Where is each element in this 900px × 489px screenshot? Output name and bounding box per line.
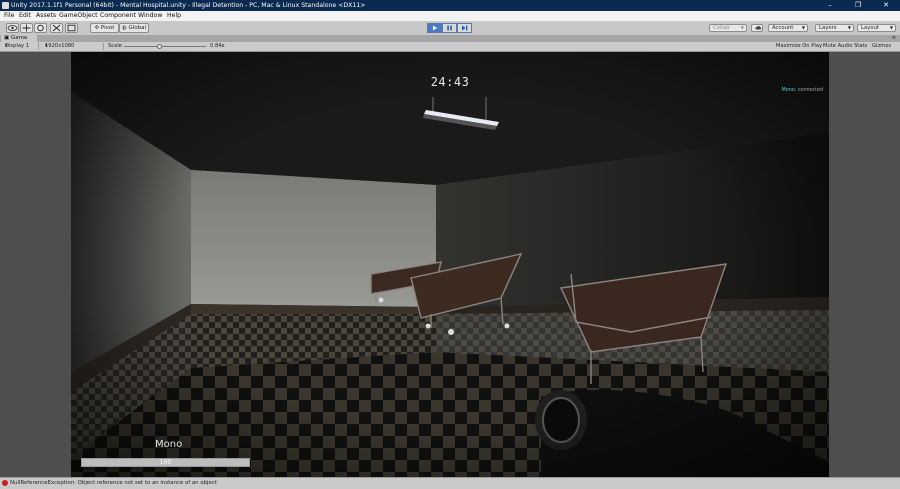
console-message[interactable]: NullReferenceException: Object reference… bbox=[10, 478, 217, 489]
menu-window[interactable]: Window bbox=[138, 11, 162, 21]
scale-slider[interactable] bbox=[124, 44, 206, 49]
menu-file[interactable]: File bbox=[4, 11, 14, 21]
resolution-dropdown[interactable]: 1920x1080 ▾ bbox=[45, 42, 74, 51]
gizmos-dropdown[interactable]: Gizmos bbox=[872, 42, 891, 51]
game-viewport[interactable]: 24:43 Mono: connected Mono 100 bbox=[0, 52, 900, 477]
display-label: Display 1 bbox=[5, 43, 30, 49]
network-status: Mono: connected bbox=[782, 88, 823, 93]
global-label: Global bbox=[128, 25, 147, 31]
minimize-button[interactable]: – bbox=[816, 0, 844, 11]
scale-slider-thumb[interactable] bbox=[156, 44, 162, 49]
error-icon bbox=[2, 480, 8, 486]
move-arrows-icon bbox=[22, 24, 31, 32]
mute-audio-toggle[interactable]: Mute Audio bbox=[823, 42, 852, 51]
main-toolbar: ✣ Pivot ◍ Global Collab ▼ Account ▼ Layers… bbox=[0, 21, 900, 36]
scale-value: 0.84x bbox=[210, 43, 225, 49]
game-tab-label: Game bbox=[10, 35, 28, 41]
collab-label: Collab bbox=[713, 25, 730, 31]
game-tab-bar: ▣ Game ≡ bbox=[0, 35, 900, 42]
ammo-value: 100 bbox=[159, 459, 172, 466]
menu-bar: File Edit Assets GameObject Component Wi… bbox=[0, 11, 900, 21]
display-dropdown[interactable]: Display 1 ▾ bbox=[5, 42, 29, 51]
network-status-value: : connected bbox=[794, 88, 823, 93]
account-dropdown[interactable]: Account ▼ bbox=[768, 24, 808, 32]
hand-tool-button[interactable] bbox=[6, 23, 19, 33]
tab-game[interactable]: ▣ Game bbox=[1, 35, 37, 42]
cloud-icon bbox=[755, 26, 762, 30]
menu-component[interactable]: Component bbox=[100, 11, 136, 21]
game-scene: 24:43 Mono: connected Mono 100 bbox=[71, 52, 829, 477]
pause-button[interactable] bbox=[442, 23, 457, 33]
window-title: Unity 2017.1.1f1 Personal (64bit) - Ment… bbox=[11, 2, 366, 9]
cloud-button[interactable] bbox=[751, 24, 763, 32]
step-button[interactable] bbox=[457, 23, 472, 33]
layout-label: Layout bbox=[861, 25, 880, 31]
scale-label: Scale bbox=[108, 43, 122, 49]
game-view-toolbar: Display 1 ▾ 1920x1080 ▾ Scale 0.84x Maxi… bbox=[0, 42, 900, 52]
menu-edit[interactable]: Edit bbox=[19, 11, 31, 21]
maximize-on-play-toggle[interactable]: Maximize On Play bbox=[776, 42, 822, 51]
console-status-bar[interactable]: NullReferenceException: Object reference… bbox=[0, 477, 900, 489]
game-tab-icon: ▣ bbox=[4, 35, 11, 41]
collab-dropdown[interactable]: Collab ▼ bbox=[709, 24, 747, 32]
chevron-down-icon: ▼ bbox=[847, 25, 851, 30]
layers-dropdown[interactable]: Layers ▼ bbox=[815, 24, 854, 32]
menu-assets[interactable]: Assets bbox=[36, 11, 56, 21]
hud-timer: 24:43 bbox=[430, 75, 470, 89]
pause-icon bbox=[447, 25, 452, 31]
layers-label: Layers bbox=[819, 25, 837, 31]
ammo-bar: 100 bbox=[81, 458, 250, 467]
hospital-room-scene bbox=[71, 52, 829, 477]
network-status-key: Mono bbox=[781, 88, 795, 93]
global-toggle[interactable]: ◍ Global bbox=[119, 23, 149, 33]
scale-tool-button[interactable] bbox=[50, 23, 63, 33]
close-button[interactable]: ✕ bbox=[872, 0, 900, 11]
rotate-icon bbox=[37, 24, 44, 32]
divider bbox=[103, 43, 104, 50]
rotate-tool-button[interactable] bbox=[34, 23, 47, 33]
chevron-down-icon: ▼ bbox=[740, 25, 744, 30]
menu-help[interactable]: Help bbox=[167, 11, 181, 21]
pivot-toggle[interactable]: ✣ Pivot bbox=[90, 23, 119, 33]
tab-menu-icon[interactable]: ≡ bbox=[892, 35, 896, 42]
stats-toggle[interactable]: Stats bbox=[854, 42, 867, 51]
account-label: Account bbox=[772, 25, 794, 31]
play-icon bbox=[433, 25, 437, 31]
resolution-label: 1920x1080 bbox=[45, 43, 75, 49]
move-tool-button[interactable] bbox=[20, 23, 33, 33]
maximize-button[interactable]: ❐ bbox=[844, 0, 872, 11]
eye-icon bbox=[7, 25, 18, 31]
play-button[interactable] bbox=[427, 23, 442, 33]
window-title-bar: Unity 2017.1.1f1 Personal (64bit) - Ment… bbox=[0, 0, 900, 11]
scale-icon bbox=[52, 24, 61, 32]
weapon-name: Mono bbox=[155, 439, 183, 450]
menu-gameobject[interactable]: GameObject bbox=[59, 11, 98, 21]
divider bbox=[38, 43, 39, 50]
rect-tool-button[interactable] bbox=[65, 23, 78, 33]
chevron-down-icon: ▼ bbox=[801, 25, 805, 30]
unity-logo-icon bbox=[2, 2, 9, 9]
layout-dropdown[interactable]: Layout ▼ bbox=[857, 24, 896, 32]
chevron-down-icon: ▼ bbox=[889, 25, 893, 30]
rect-tool-icon bbox=[67, 24, 76, 32]
pivot-label: Pivot bbox=[100, 25, 115, 31]
step-icon bbox=[462, 25, 468, 31]
